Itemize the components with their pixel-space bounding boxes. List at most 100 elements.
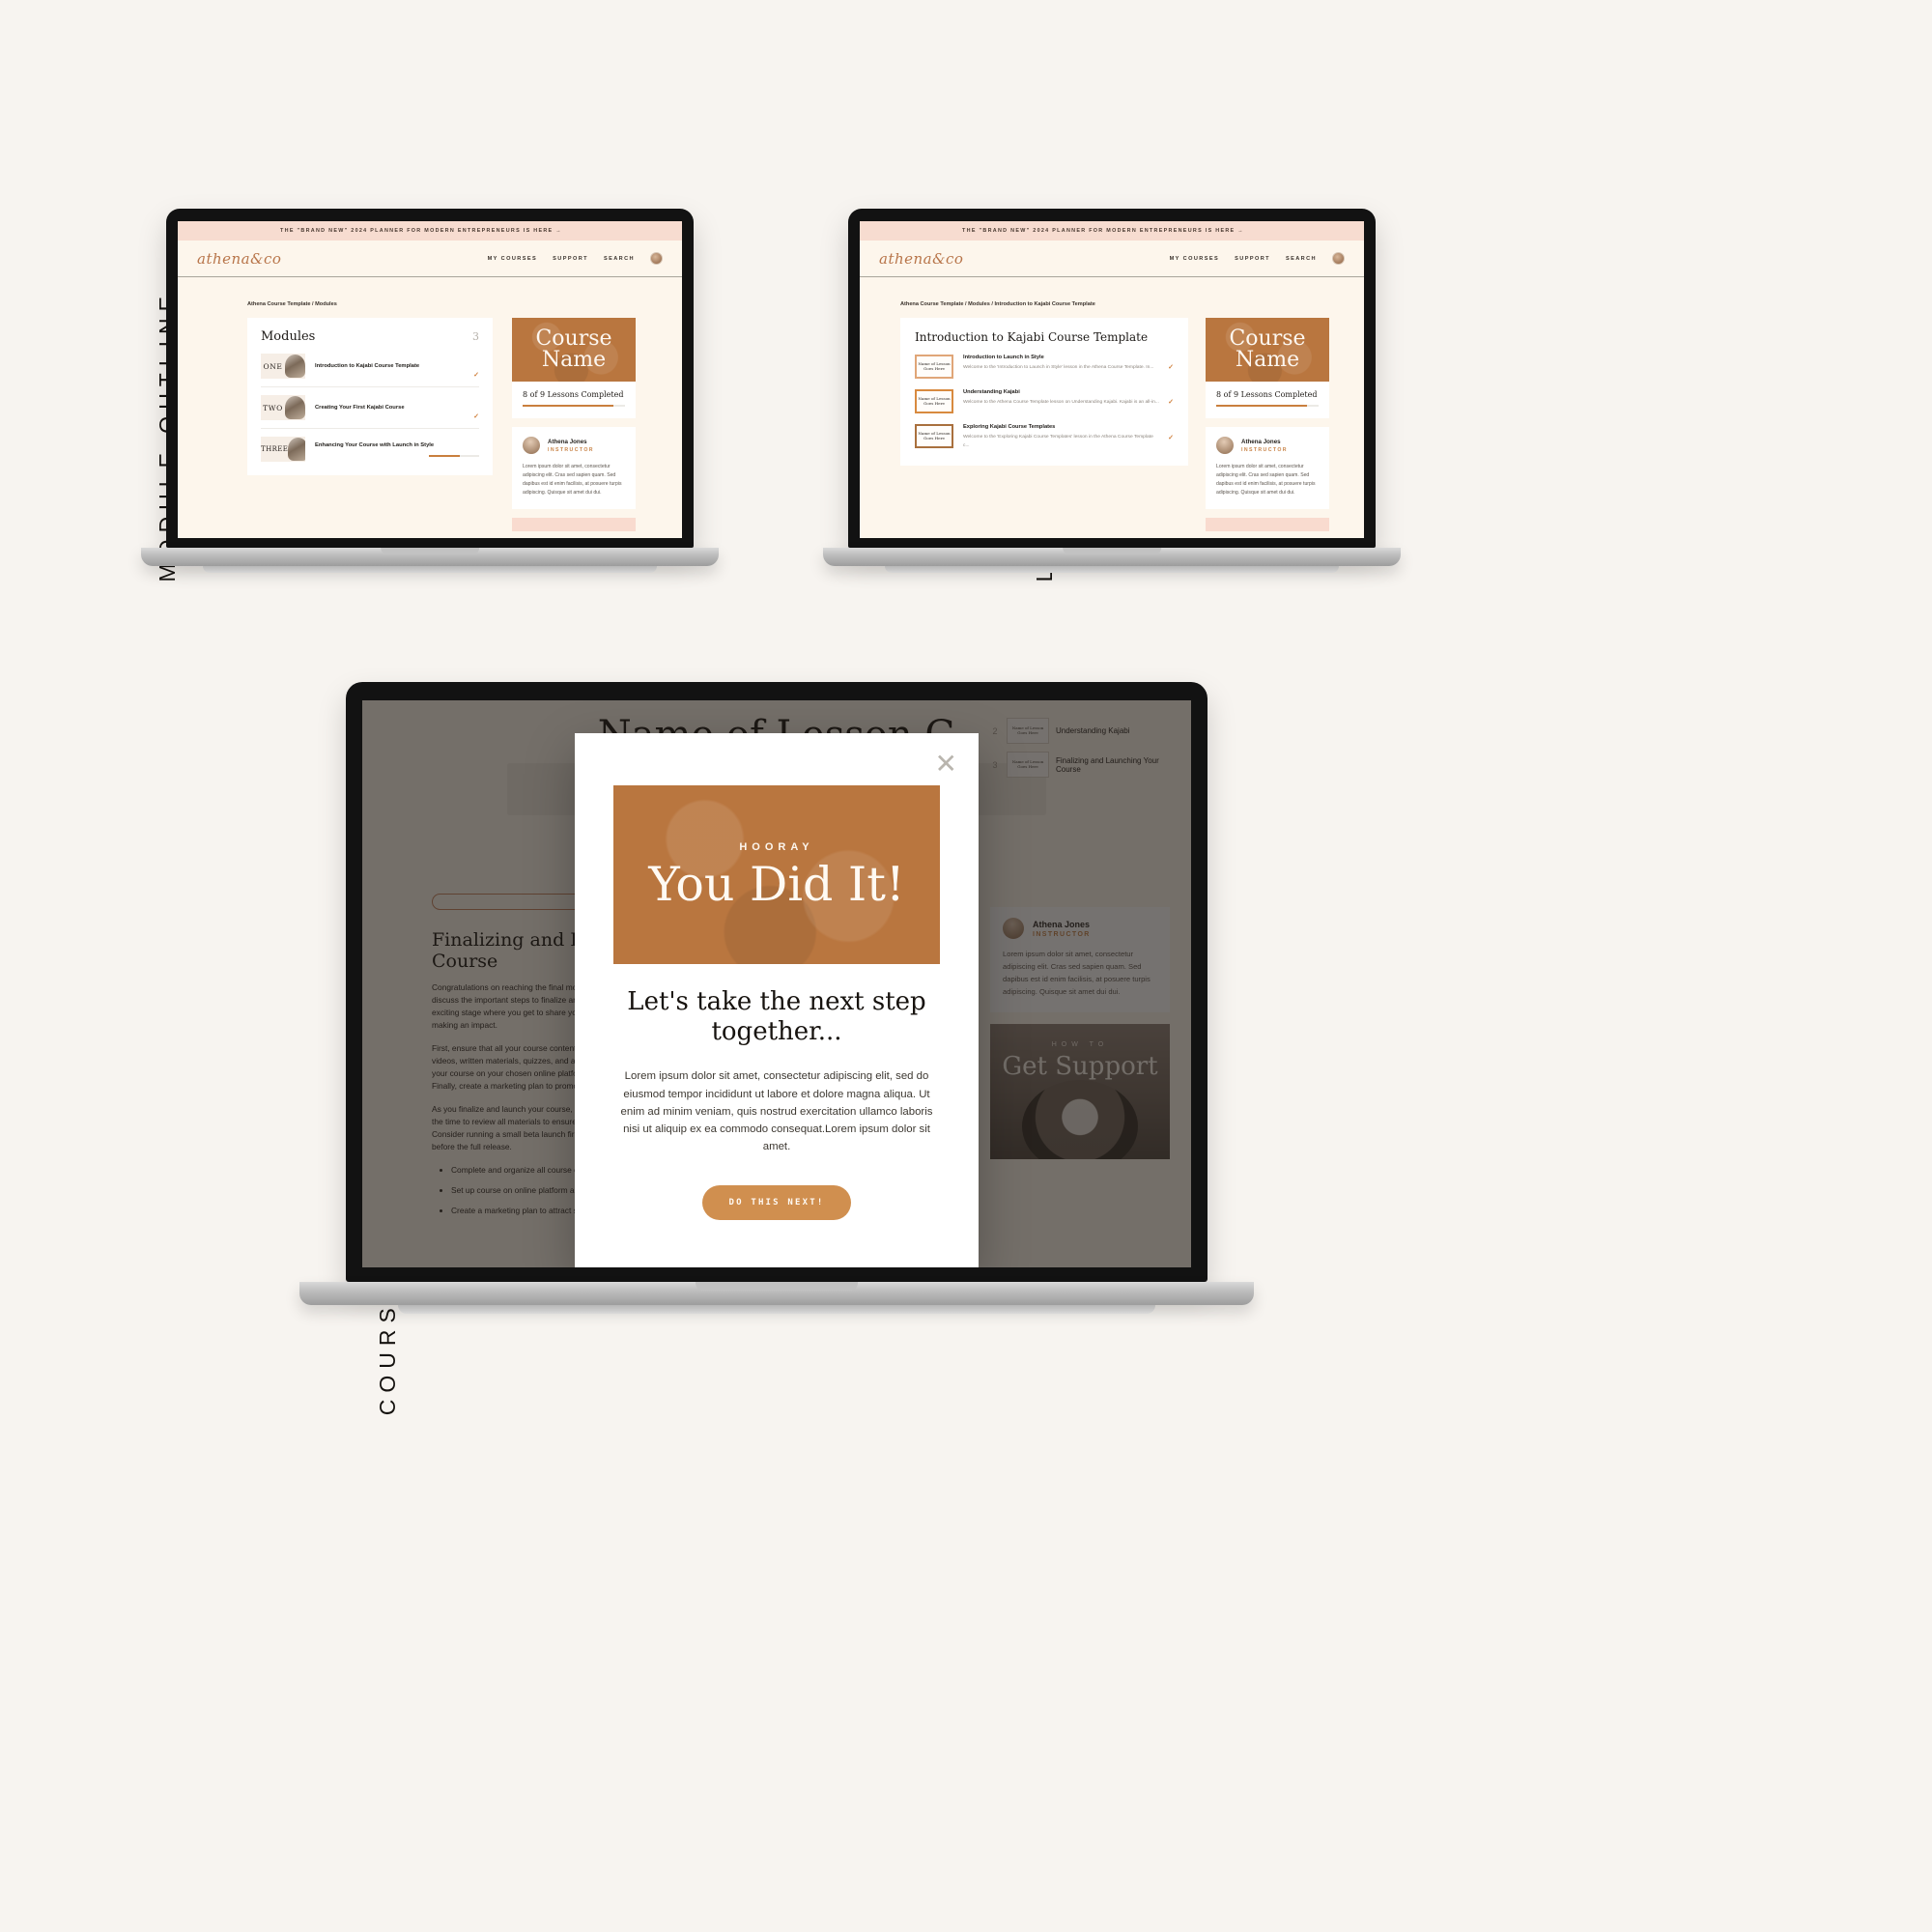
instructor-card: Athena Jones INSTRUCTOR Lorem ipsum dolo… bbox=[1206, 427, 1329, 509]
laptop-bezel: THE "BRAND NEW" 2024 PLANNER FOR MODERN … bbox=[166, 209, 694, 548]
panel-title: Modules bbox=[261, 329, 316, 344]
user-avatar-icon[interactable] bbox=[1332, 252, 1345, 265]
lesson-thumb-text: Name of Lesson Goes Here bbox=[918, 395, 951, 406]
laptop-notch bbox=[1063, 548, 1161, 554]
breadcrumb: Athena Course Template / Modules bbox=[178, 277, 682, 318]
module-title[interactable]: Enhancing Your Course with Launch in Sty… bbox=[315, 442, 479, 448]
laptop-mockup-lesson-outline: THE "BRAND NEW" 2024 PLANNER FOR MODERN … bbox=[823, 209, 1401, 573]
module-thumbnail: TWO bbox=[261, 395, 305, 420]
check-icon: ✓ bbox=[473, 372, 479, 379]
lesson-thumbnail: Name of Lesson Goes Here bbox=[915, 424, 953, 448]
lesson-description: Welcome to the Athena Course Template le… bbox=[963, 400, 1159, 405]
instructor-avatar-icon bbox=[523, 437, 540, 454]
breadcrumb-text[interactable]: Athena Course Template / Modules bbox=[247, 301, 337, 307]
lesson-title[interactable]: Understanding Kajabi bbox=[963, 389, 1160, 395]
module-number: TWO bbox=[263, 403, 283, 412]
instructor-card: Athena Jones INSTRUCTOR Lorem ipsum dolo… bbox=[512, 427, 636, 509]
nav-item-my-courses[interactable]: MY COURSES bbox=[488, 256, 538, 262]
module-count: 3 bbox=[472, 330, 479, 343]
module-number: ONE bbox=[263, 361, 283, 371]
instructor-role: INSTRUCTOR bbox=[548, 446, 594, 453]
lesson-thumb-text: Name of Lesson Goes Here bbox=[918, 360, 951, 371]
announcement-text: THE "BRAND NEW" 2024 PLANNER FOR MODERN … bbox=[962, 228, 1244, 234]
module-thumbnail: ONE bbox=[261, 354, 305, 379]
check-icon: ✓ bbox=[1168, 434, 1174, 441]
instructor-row: Athena Jones INSTRUCTOR bbox=[1216, 437, 1319, 454]
announcement-bar[interactable]: THE "BRAND NEW" 2024 PLANNER FOR MODERN … bbox=[178, 221, 682, 241]
laptop-mockup-course-complete-popup: Name of Lesson G 2 Name of Lesson Goes H… bbox=[299, 682, 1254, 1314]
course-progress-bar bbox=[523, 405, 625, 407]
lesson-thumb-text: Name of Lesson Goes Here bbox=[918, 430, 951, 440]
course-progress-fill bbox=[523, 405, 614, 407]
close-icon[interactable]: ✕ bbox=[935, 751, 957, 778]
do-this-next-button[interactable]: DO THIS NEXT! bbox=[702, 1184, 851, 1220]
course-card: Course Name 8 of 9 Lessons Completed bbox=[512, 318, 636, 418]
laptop-foot bbox=[203, 566, 657, 573]
check-icon: ✓ bbox=[1168, 363, 1174, 371]
lesson-row[interactable]: Name of Lesson Goes Here Exploring Kajab… bbox=[915, 424, 1174, 450]
course-hero-title: Course Name bbox=[1229, 326, 1306, 372]
modal-body-text: Lorem ipsum dolor sit amet, consectetur … bbox=[620, 1070, 933, 1153]
instructor-avatar-icon bbox=[1216, 437, 1234, 454]
instructor-row: Athena Jones INSTRUCTOR bbox=[523, 437, 625, 454]
laptop-foot bbox=[397, 1305, 1156, 1314]
nav-item-support[interactable]: SUPPORT bbox=[553, 256, 588, 262]
lesson-title[interactable]: Exploring Kajabi Course Templates bbox=[963, 424, 1160, 430]
user-avatar-icon[interactable] bbox=[650, 252, 663, 265]
laptop-bezel: THE "BRAND NEW" 2024 PLANNER FOR MODERN … bbox=[848, 209, 1376, 548]
nav-item-my-courses[interactable]: MY COURSES bbox=[1170, 256, 1220, 262]
breadcrumb-text[interactable]: Athena Course Template / Modules / Intro… bbox=[900, 301, 1095, 307]
laptop-notch bbox=[696, 1282, 858, 1291]
announcement-text: THE "BRAND NEW" 2024 PLANNER FOR MODERN … bbox=[280, 228, 562, 234]
module-row[interactable]: THREE Enhancing Your Course with Launch … bbox=[261, 437, 479, 462]
course-hero: Course Name bbox=[1206, 318, 1329, 382]
instructor-role: INSTRUCTOR bbox=[1241, 446, 1288, 453]
nav-item-support[interactable]: SUPPORT bbox=[1235, 256, 1270, 262]
module-title[interactable]: Introduction to Kajabi Course Template bbox=[305, 363, 473, 369]
instructor-bio: Lorem ipsum dolor sit amet, consectetur … bbox=[523, 464, 622, 496]
support-teaser[interactable] bbox=[1206, 517, 1329, 531]
module-number: THREE bbox=[261, 445, 289, 453]
site-logo[interactable]: athena&co bbox=[879, 250, 963, 268]
module-progress-bar bbox=[429, 454, 479, 457]
laptop-mockup-module-outline: THE "BRAND NEW" 2024 PLANNER FOR MODERN … bbox=[141, 209, 719, 573]
panel-title: Introduction to Kajabi Course Template bbox=[915, 330, 1149, 344]
course-progress-fill bbox=[1216, 405, 1308, 407]
lesson-row[interactable]: Name of Lesson Goes Here Introduction to… bbox=[915, 355, 1174, 379]
lesson-description: Welcome to the 'Introduction to Launch i… bbox=[963, 365, 1154, 370]
course-progress-bar bbox=[1216, 405, 1319, 407]
course-hero: Course Name bbox=[512, 318, 636, 382]
instructor-name: Athena Jones bbox=[548, 438, 587, 445]
site-logo[interactable]: athena&co bbox=[197, 250, 281, 268]
course-complete-modal: ✕ HOORAY You Did It! Let's take the next… bbox=[575, 733, 979, 1267]
check-icon: ✓ bbox=[473, 413, 479, 420]
nav-item-search[interactable]: SEARCH bbox=[1286, 256, 1317, 262]
course-hero-title: Course Name bbox=[535, 326, 612, 372]
announcement-bar[interactable]: THE "BRAND NEW" 2024 PLANNER FOR MODERN … bbox=[860, 221, 1364, 241]
lessons-completed-label: 8 of 9 Lessons Completed bbox=[523, 390, 624, 399]
browser-screen: Name of Lesson G 2 Name of Lesson Goes H… bbox=[362, 700, 1191, 1267]
modal-hero-title: You Did It! bbox=[648, 857, 905, 912]
laptop-base bbox=[823, 548, 1401, 566]
lesson-title[interactable]: Introduction to Launch in Style bbox=[963, 355, 1160, 360]
lesson-thumbnail: Name of Lesson Goes Here bbox=[915, 355, 953, 379]
modal-subtitle: Let's take the next step together... bbox=[627, 987, 926, 1046]
module-row[interactable]: ONE Introduction to Kajabi Course Templa… bbox=[261, 354, 479, 379]
nav-links: MY COURSES SUPPORT SEARCH bbox=[488, 252, 663, 265]
module-row[interactable]: TWO Creating Your First Kajabi Course ✓ bbox=[261, 395, 479, 420]
modal-hero-kicker: HOORAY bbox=[739, 841, 814, 853]
laptop-foot bbox=[885, 566, 1339, 573]
lessons-completed-label: 8 of 9 Lessons Completed bbox=[1216, 390, 1318, 399]
lesson-thumbnail: Name of Lesson Goes Here bbox=[915, 389, 953, 413]
course-card: Course Name 8 of 9 Lessons Completed bbox=[1206, 318, 1329, 418]
nav-item-search[interactable]: SEARCH bbox=[604, 256, 635, 262]
lesson-description: Welcome to the 'Exploring Kajabi Course … bbox=[963, 435, 1153, 448]
instructor-bio: Lorem ipsum dolor sit amet, consectetur … bbox=[1216, 464, 1316, 496]
instructor-name: Athena Jones bbox=[1241, 438, 1281, 445]
lesson-row[interactable]: Name of Lesson Goes Here Understanding K… bbox=[915, 389, 1174, 413]
modules-panel: Modules 3 ONE Introduction to Kajabi Cou… bbox=[247, 318, 493, 475]
support-teaser[interactable] bbox=[512, 517, 636, 531]
lessons-panel: Introduction to Kajabi Course Template N… bbox=[900, 318, 1188, 467]
module-title[interactable]: Creating Your First Kajabi Course bbox=[305, 405, 473, 411]
nav-links: MY COURSES SUPPORT SEARCH bbox=[1170, 252, 1345, 265]
